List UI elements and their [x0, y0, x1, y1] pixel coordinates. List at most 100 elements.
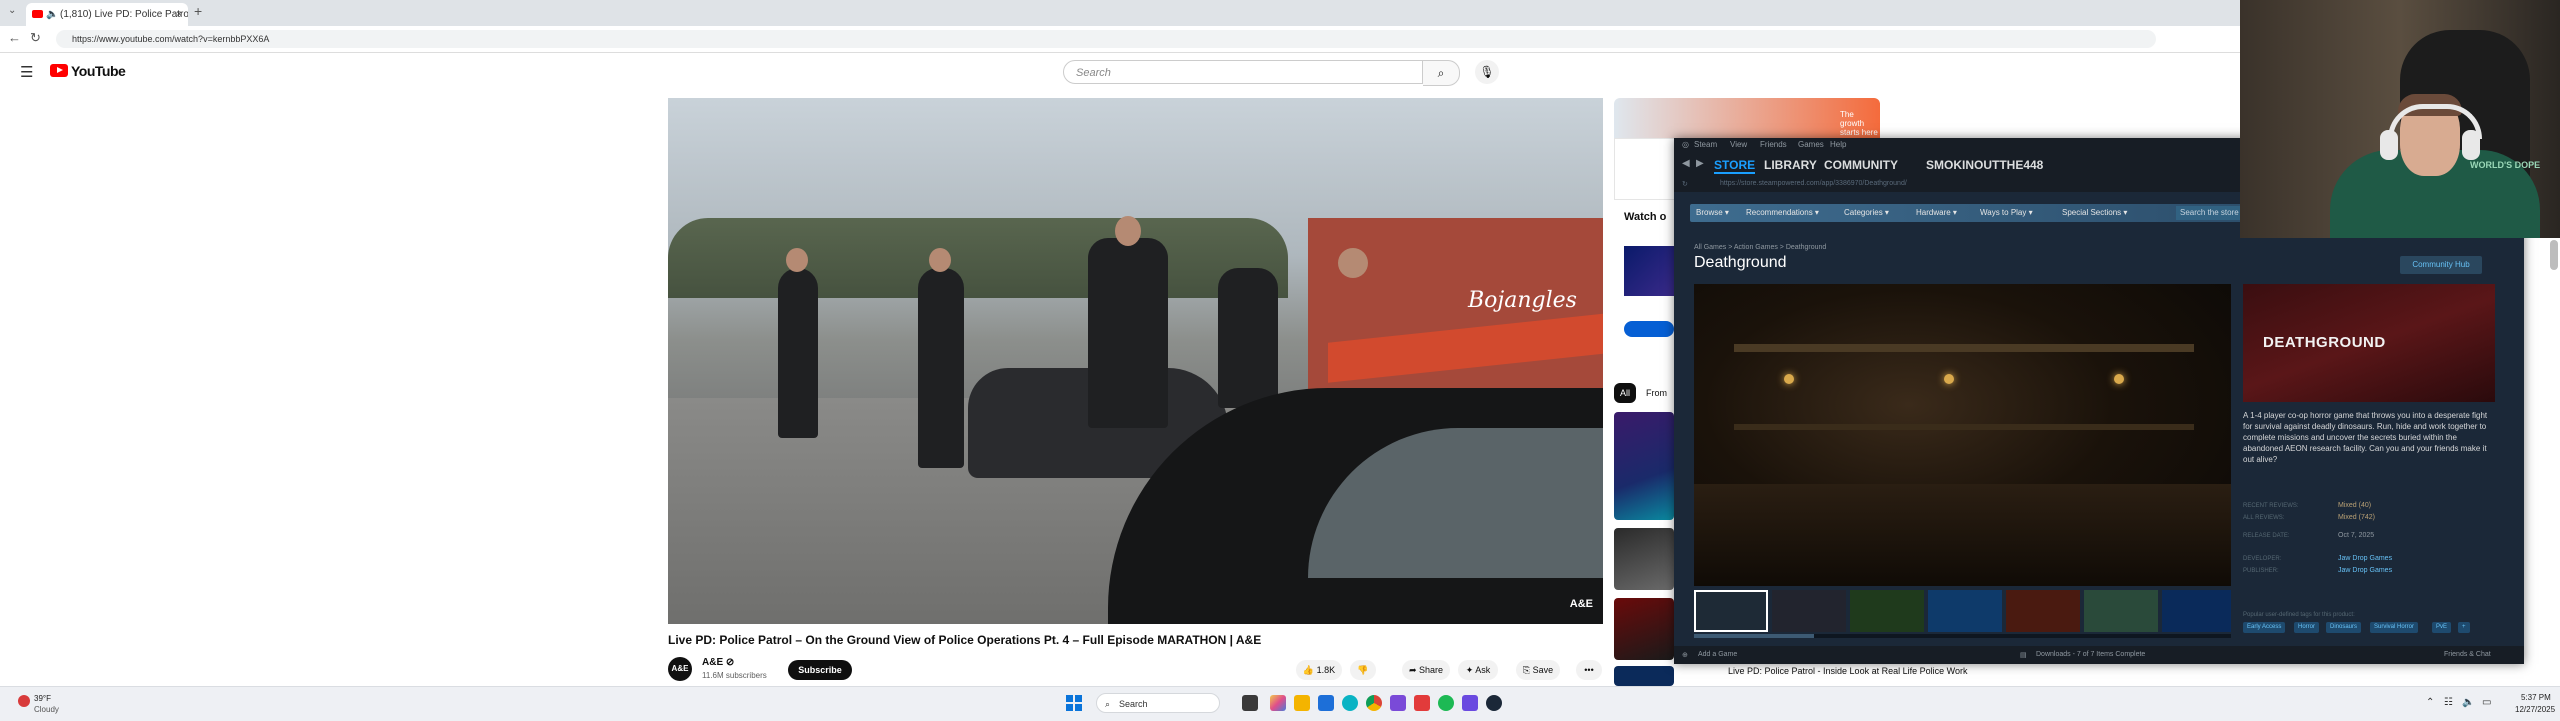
steam-menu-view[interactable]: View [1730, 140, 1747, 149]
weather-condition[interactable]: Cloudy [34, 705, 59, 714]
weather-icon[interactable] [18, 695, 30, 707]
tray-chevron-icon[interactable]: ⌃ [2426, 697, 2434, 708]
tag-survival-horror[interactable]: Survival Horror [2370, 622, 2419, 633]
steam-menu-help[interactable]: Help [1830, 140, 1846, 149]
community-hub-button[interactable]: Community Hub [2400, 256, 2482, 274]
save-button[interactable]: ⎘ Save [1516, 660, 1560, 680]
thumbnail[interactable] [1928, 590, 2002, 632]
related-action-button[interactable] [1624, 321, 1674, 337]
url-field[interactable]: https://www.youtube.com/watch?v=kernbbPX… [56, 30, 2156, 48]
clock-date[interactable]: 12/27/2025 [2515, 705, 2555, 714]
taskbar-search[interactable]: ⌕ Search [1096, 693, 1220, 713]
mail-icon[interactable] [1318, 695, 1334, 711]
copilot-icon[interactable] [1270, 695, 1286, 711]
clock-time[interactable]: 5:37 PM [2521, 693, 2551, 702]
file-explorer-icon[interactable] [1294, 695, 1310, 711]
microphone-icon[interactable]: 🎙 [1475, 60, 1499, 84]
developer-link[interactable]: Jaw Drop Games [2338, 555, 2392, 562]
like-button[interactable]: 👍 1.8K [1296, 660, 1342, 680]
obs-icon[interactable] [1390, 695, 1406, 711]
thumbnail[interactable] [2084, 590, 2158, 632]
hamburger-menu-icon[interactable]: ☰ [20, 63, 33, 81]
spotify-icon[interactable] [1438, 695, 1454, 711]
chip-from[interactable]: From [1646, 383, 1667, 403]
tag-early-access[interactable]: Early Access [2243, 622, 2286, 633]
windows-start-icon[interactable] [1066, 695, 1082, 711]
browser-tab-youtube[interactable]: 🔈 (1,810) Live PD: Police Patrol - × [26, 3, 188, 26]
tag-pve[interactable]: PvE [2432, 622, 2452, 633]
share-button[interactable]: ➦ Share [1402, 660, 1450, 680]
more-actions-button[interactable]: ••• [1576, 660, 1602, 680]
thumbnail[interactable] [1850, 590, 1924, 632]
suggested-video-thumbnail[interactable] [1614, 528, 1674, 590]
tab-list-chevron-icon[interactable]: ⌄ [8, 5, 16, 16]
app-icon[interactable] [1414, 695, 1430, 711]
breadcrumb[interactable]: All Games > Action Games > Deathground [1694, 244, 1826, 251]
thumbnail-scrollbar[interactable] [1694, 634, 2231, 638]
downloads-status[interactable]: Downloads - 7 of 7 Items Complete [2036, 651, 2145, 658]
suggested-video-thumbnail[interactable] [1614, 412, 1674, 520]
new-tab-button[interactable]: + [194, 3, 202, 19]
nav-library[interactable]: LIBRARY [1764, 158, 1817, 172]
tab-close-icon[interactable]: × [176, 3, 182, 26]
suggested-video-title[interactable]: Live PD: Police Patrol - Inside Look at … [1728, 666, 1967, 676]
volume-icon[interactable]: 🔈 [2462, 697, 2474, 708]
related-thumbnail[interactable] [1624, 246, 1674, 296]
tag-dinosaurs[interactable]: Dinosaurs [2326, 622, 2362, 633]
forward-arrow-icon[interactable]: ▶ [1696, 158, 1704, 169]
screenshot-thumbnails [1694, 590, 2231, 632]
discord-icon[interactable] [1462, 695, 1478, 711]
channel-avatar[interactable]: A&E [668, 657, 692, 681]
menu-ways-to-play[interactable]: Ways to Play ▾ [1980, 208, 2033, 217]
task-view-icon[interactable] [1242, 695, 1258, 711]
friends-chat-button[interactable]: Friends & Chat [2444, 651, 2491, 658]
battery-icon[interactable]: ▭ [2482, 697, 2491, 708]
reload-icon[interactable]: ↻ [30, 30, 41, 46]
suggested-video-thumbnail[interactable] [1614, 598, 1674, 660]
edge-icon[interactable] [1342, 695, 1358, 711]
steam-menu-steam[interactable]: Steam [1694, 140, 1717, 149]
thumbnail[interactable] [2162, 590, 2231, 632]
channel-name[interactable]: A&E ⊘ [702, 657, 734, 668]
back-arrow-icon[interactable]: ← [8, 30, 21, 45]
page-scrollbar[interactable] [2550, 240, 2558, 270]
subscribe-button[interactable]: Subscribe [788, 660, 852, 680]
add-game-icon[interactable]: ⊕ [1682, 651, 1688, 659]
thumbnail-video[interactable] [1694, 590, 1768, 632]
dislike-button[interactable]: 👎 [1350, 660, 1376, 680]
nav-store[interactable]: STORE [1714, 158, 1756, 174]
tag-horror[interactable]: Horror [2294, 622, 2320, 633]
youtube-logo-icon[interactable] [50, 64, 68, 77]
nav-profile[interactable]: SMOKINOUTTHE448 [1926, 158, 2043, 172]
thumbnail-video[interactable] [1772, 590, 1846, 632]
search-icon[interactable]: ⌕ [1423, 60, 1460, 86]
menu-categories[interactable]: Categories ▾ [1844, 208, 1889, 217]
suggested-video-thumbnail[interactable] [1614, 666, 1674, 686]
game-screenshot[interactable] [1694, 284, 2231, 586]
back-arrow-icon[interactable]: ◀ [1682, 158, 1690, 169]
ask-button[interactable]: ✦ Ask [1458, 660, 1498, 680]
steam-menu-games[interactable]: Games [1798, 140, 1824, 149]
video-player[interactable]: Bojangles A&E [668, 98, 1603, 624]
menu-browse[interactable]: Browse ▾ [1696, 208, 1729, 217]
chrome-icon[interactable] [1366, 695, 1382, 711]
steam-menu-friends[interactable]: Friends [1760, 140, 1787, 149]
menu-hardware[interactable]: Hardware ▾ [1916, 208, 1957, 217]
nav-community[interactable]: COMMUNITY [1824, 158, 1898, 172]
add-game-button[interactable]: Add a Game [1698, 651, 1737, 658]
publisher-link[interactable]: Jaw Drop Games [2338, 567, 2392, 574]
youtube-search-input[interactable]: Search [1063, 60, 1423, 84]
menu-special-sections[interactable]: Special Sections ▾ [2062, 208, 2127, 217]
tag-more[interactable]: + [2458, 622, 2470, 633]
reload-icon[interactable]: ↻ [1682, 180, 1688, 188]
youtube-logo-text[interactable]: YouTube [71, 63, 126, 79]
menu-recommendations[interactable]: Recommendations ▾ [1746, 208, 1819, 217]
speaker-icon[interactable]: 🔈 [46, 3, 58, 26]
thumbnail[interactable] [2006, 590, 2080, 632]
steam-icon[interactable] [1486, 695, 1502, 711]
recent-reviews-value[interactable]: Mixed (40) [2338, 502, 2371, 509]
weather-temperature[interactable]: 39°F [34, 694, 51, 703]
network-icon[interactable]: ☷ [2444, 697, 2453, 708]
chip-all[interactable]: All [1614, 383, 1636, 403]
all-reviews-value[interactable]: Mixed (742) [2338, 514, 2375, 521]
